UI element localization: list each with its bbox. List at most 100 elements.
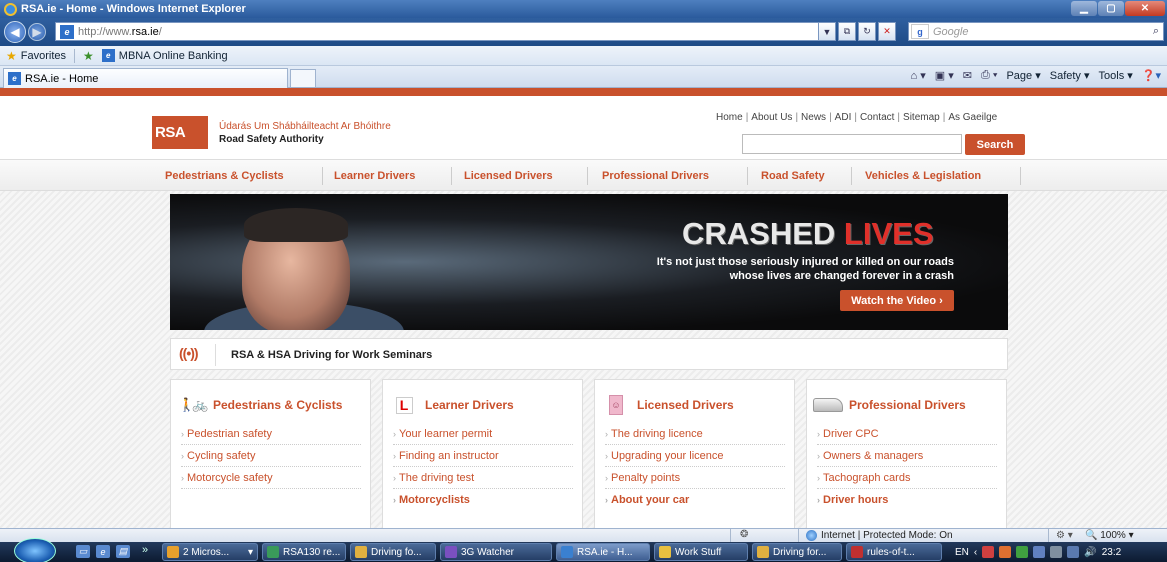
tray-signal-icon[interactable] [1033,546,1046,558]
seminar-bar[interactable]: ((•)) RSA & HSA Driving for Work Seminar… [170,338,1008,370]
dropdown-icon[interactable]: ▼ [818,22,836,41]
nav-licensed-drivers[interactable]: Licensed Drivers [464,170,553,182]
card-link[interactable]: › Owners & managers [817,450,997,467]
help-icon[interactable]: ❓▾ [1142,69,1161,82]
nav-road-safety[interactable]: Road Safety [761,170,825,182]
switch-windows-icon[interactable]: ▤ [116,545,130,558]
card-title[interactable]: Professional Drivers [849,398,966,412]
nav-pedestrians-cyclists[interactable]: Pedestrians & Cyclists [165,170,284,182]
taskbar-button-word[interactable]: 2 Micros... ▾ [162,543,258,561]
protected-mode-icon[interactable]: ⚙ ▾ [1056,530,1073,541]
card-link[interactable]: › Penalty points [605,472,785,489]
link-home[interactable]: Home [716,112,743,123]
language-indicator[interactable]: EN [955,547,969,558]
site-search-button[interactable]: Search [965,134,1025,155]
taskbar-button-work-stuff[interactable]: Work Stuff [654,543,748,561]
compatibility-icon[interactable]: ⧉ [838,22,856,41]
safety-menu[interactable]: Safety ▾ [1050,69,1090,82]
card-link[interactable]: › The driving licence [605,428,785,445]
tray-expand-icon[interactable]: ‹ [974,547,977,558]
page-menu[interactable]: Page ▾ [1006,69,1040,82]
link-news[interactable]: News [801,112,826,123]
tools-menu[interactable]: Tools ▾ [1099,69,1133,82]
card-link[interactable]: › Tachograph cards [817,472,997,489]
link-sitemap[interactable]: Sitemap [903,112,940,123]
print-icon[interactable]: ⎙ ▾ [981,69,997,82]
mail-icon[interactable]: ✉ [963,69,972,82]
minimize-button[interactable]: ▁ [1071,1,1097,16]
page-icon: e [101,49,115,62]
tray-display-icon[interactable] [1067,546,1080,558]
nav-learner-drivers[interactable]: Learner Drivers [334,170,415,182]
card-link-featured[interactable]: › Driver hours [817,494,997,510]
tray-security-icon[interactable] [982,546,995,558]
card-title[interactable]: Pedestrians & Cyclists [213,398,342,412]
add-favorite-icon[interactable]: ★ [83,49,94,63]
clock[interactable]: 23:2 [1102,547,1121,558]
address-bar[interactable]: e http://www. rsa.ie / [55,22,825,41]
hero-banner[interactable]: CRASHED LIVES It's not just those seriou… [170,194,1008,330]
card-title[interactable]: Learner Drivers [425,398,514,412]
start-button[interactable] [14,538,56,562]
site-name-english: Road Safety Authority [219,134,324,145]
browser-search-box[interactable]: g Google ⌕ [908,22,1164,41]
card-link-featured[interactable]: › About your car [605,494,785,510]
taskbar-button-driving-fo[interactable]: Driving fo... [350,543,436,561]
address-toolbar: ◀ ▶ e http://www. rsa.ie / ▼ ⧉ ↻ ✕ g Googl… [0,18,1167,46]
taskbar-button-3g-watcher[interactable]: 3G Watcher [440,543,552,561]
card-link[interactable]: › Driver CPC [817,428,997,445]
link-about-us[interactable]: About Us [751,112,792,123]
link-adi[interactable]: ADI [835,112,852,123]
zoom-level[interactable]: 🔍 100% ▾ [1085,530,1134,541]
favorites-bar: ★ Favorites ★ e MBNA Online Banking [0,46,1167,66]
card-learner-drivers: L Learner Drivers › Your learner permit ›… [382,379,583,528]
card-link[interactable]: › The driving test [393,472,573,489]
taskbar-button-rules-of-t[interactable]: rules-of-t... [846,543,942,561]
security-zone-label: Internet | Protected Mode: On [821,530,953,541]
back-button[interactable]: ◀ [4,21,26,43]
taskbar-button-driving-for[interactable]: Driving for... [752,543,842,561]
feeds-icon[interactable]: ▣ ▾ [935,69,954,82]
nav-vehicles-legislation[interactable]: Vehicles & Legislation [865,170,981,182]
maximize-button[interactable]: ▢ [1098,1,1124,16]
card-title[interactable]: Licensed Drivers [637,398,734,412]
document-icon [757,546,769,558]
tray-network-icon[interactable] [1016,546,1029,558]
forward-button[interactable]: ▶ [28,23,46,41]
rsa-logo[interactable]: RSA [152,116,208,149]
tray-app-icon[interactable] [999,546,1012,558]
card-link[interactable]: › Pedestrian safety [181,428,361,445]
quick-launch-expand-icon[interactable]: » [142,544,148,556]
search-icon[interactable]: ⌕ [1153,25,1159,38]
volume-icon[interactable]: 🔊 [1084,547,1096,558]
nav-professional-drivers[interactable]: Professional Drivers [602,170,709,182]
document-icon [355,546,367,558]
quick-launch: ▭ e ▤ [76,545,130,558]
close-button[interactable]: ✕ [1125,1,1165,16]
card-link-featured[interactable]: › Motorcyclists [393,494,573,510]
tab-rsa-home[interactable]: e RSA.ie - Home [3,68,288,88]
security-zone[interactable]: Internet | Protected Mode: On [806,530,953,541]
watch-video-button[interactable]: Watch the Video › [840,290,954,311]
home-icon[interactable]: ⌂ ▾ [911,69,926,82]
tray-monitor-icon[interactable] [1050,546,1063,558]
card-link[interactable]: › Your learner permit [393,428,573,445]
site-search-input[interactable] [742,134,962,154]
ie-icon[interactable]: e [96,545,110,558]
link-contact[interactable]: Contact [860,112,894,123]
favorite-link-mbna[interactable]: MBNA Online Banking [119,50,228,62]
new-tab-button[interactable] [290,69,316,88]
show-desktop-icon[interactable]: ▭ [76,545,90,558]
seminar-title[interactable]: RSA & HSA Driving for Work Seminars [231,349,432,361]
refresh-icon[interactable]: ↻ [858,22,876,41]
link-as-gaeilge[interactable]: As Gaeilge [948,112,997,123]
card-link[interactable]: › Cycling safety [181,450,361,467]
taskbar-button-rsa130[interactable]: RSA130 re... [262,543,346,561]
card-link[interactable]: › Finding an instructor [393,450,573,467]
favorites-button[interactable]: Favorites [21,50,66,62]
tab-label: RSA.ie - Home [25,72,99,85]
card-link[interactable]: › Upgrading your licence [605,450,785,467]
card-link[interactable]: › Motorcycle safety [181,472,361,489]
stop-icon[interactable]: ✕ [878,22,896,41]
taskbar-button-rsa-ie[interactable]: RSA.ie - H... [556,543,650,561]
